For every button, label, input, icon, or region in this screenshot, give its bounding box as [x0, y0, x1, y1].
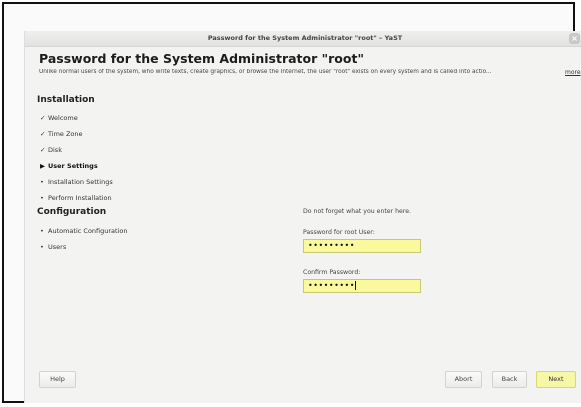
step-label: Disk	[48, 146, 62, 154]
abort-button[interactable]: Abort	[445, 371, 482, 388]
step-disk: ✓ Disk	[40, 146, 62, 154]
step-automatic-configuration: • Automatic Configuration	[40, 227, 127, 235]
step-label: Time Zone	[48, 130, 83, 138]
title-bar: Password for the System Administrator "r…	[25, 31, 581, 47]
check-icon: ✓	[40, 114, 46, 122]
step-time-zone: ✓ Time Zone	[40, 130, 83, 138]
text-cursor	[354, 281, 356, 290]
installation-section-title: Installation	[37, 95, 95, 105]
close-icon: ×	[571, 34, 578, 43]
step-user-settings: ▶ User Settings	[40, 162, 98, 170]
confirm-password-field[interactable]: •••••••••	[303, 279, 421, 293]
step-perform-installation: • Perform Installation	[40, 194, 112, 202]
close-button[interactable]: ×	[569, 33, 580, 44]
password-value: •••••••••	[308, 241, 355, 250]
confirm-password-label: Confirm Password:	[303, 269, 361, 276]
step-label: Perform Installation	[48, 194, 112, 202]
confirm-password-value: •••••••••	[308, 281, 355, 290]
next-button[interactable]: Next	[536, 371, 576, 388]
check-icon: ✓	[40, 130, 46, 138]
check-icon: ✓	[40, 146, 46, 154]
more-link[interactable]: more	[565, 69, 581, 76]
yast-window: Password for the System Administrator "r…	[24, 31, 581, 403]
page-title: Password for the System Administrator "r…	[39, 51, 364, 66]
bullet-icon: •	[40, 194, 44, 202]
configuration-section-title: Configuration	[37, 207, 107, 217]
page-description: Unlike normal users of the system, who w…	[39, 69, 492, 75]
step-installation-settings: • Installation Settings	[40, 178, 113, 186]
bullet-icon: •	[40, 243, 44, 251]
password-label: Password for root User:	[303, 229, 375, 236]
step-label: User Settings	[48, 162, 98, 170]
password-hint: Do not forget what you enter here.	[303, 208, 412, 215]
step-label: Automatic Configuration	[48, 227, 128, 235]
bullet-icon: •	[40, 227, 44, 235]
help-button[interactable]: Help	[39, 371, 76, 388]
current-step-arrow-icon: ▶	[40, 162, 45, 170]
photo-frame: Password for the System Administrator "r…	[2, 2, 581, 403]
step-welcome: ✓ Welcome	[40, 114, 78, 122]
step-users: • Users	[40, 243, 66, 251]
bullet-icon: •	[40, 178, 44, 186]
back-button[interactable]: Back	[492, 371, 527, 388]
step-label: Welcome	[48, 114, 78, 122]
step-label: Users	[48, 243, 67, 251]
window-title: Password for the System Administrator "r…	[207, 34, 403, 42]
step-label: Installation Settings	[48, 178, 113, 186]
password-field[interactable]: •••••••••	[303, 239, 421, 253]
